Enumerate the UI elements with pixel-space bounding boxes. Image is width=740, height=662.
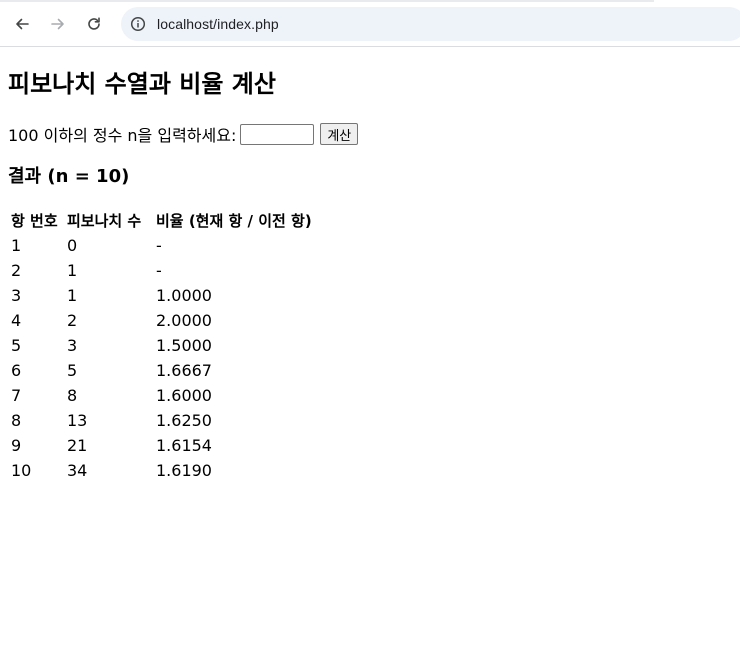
cell-fibonacci: 1 xyxy=(67,261,78,280)
cell-fibonacci: 3 xyxy=(67,336,78,355)
table-row: 5 3 1.5000 xyxy=(10,334,313,357)
page-title: 피보나치 수열과 비율 계산 xyxy=(8,70,276,98)
table-row: 6 5 1.6667 xyxy=(10,359,313,382)
url-text[interactable]: localhost/index.php xyxy=(157,16,279,32)
cell-ratio: 1.6190 xyxy=(156,461,212,480)
cell-ratio: 1.6667 xyxy=(156,361,212,380)
n-input-label: 100 이하의 정수 n을 입력하세요: xyxy=(8,126,237,145)
cell-ratio: 1.6000 xyxy=(156,386,212,405)
cell-ratio: 1.5000 xyxy=(156,336,212,355)
fibonacci-table: 항 번호 피보나치 수 비율 (현재 항 / 이전 항) 1 0 - 2 1 -… xyxy=(8,207,315,484)
table-row: 2 1 - xyxy=(10,259,313,282)
table-row: 8 13 1.6250 xyxy=(10,409,313,432)
cell-fibonacci: 1 xyxy=(67,286,78,305)
reload-icon xyxy=(88,17,100,30)
header-ratio: 비율 (현재 항 / 이전 항) xyxy=(156,212,312,230)
cell-ratio: 1.6154 xyxy=(156,436,212,455)
address-bar[interactable]: localhost/index.php xyxy=(121,7,740,41)
cell-fibonacci: 13 xyxy=(67,411,88,430)
n-input-form: 100 이하의 정수 n을 입력하세요: 계산 xyxy=(8,122,732,146)
arrow-left-icon xyxy=(16,18,29,30)
browser-toolbar: localhost/index.php xyxy=(0,0,740,47)
page-content: 피보나치 수열과 비율 계산 100 이하의 정수 n을 입력하세요: 계산 결… xyxy=(0,68,740,484)
table-row: 10 34 1.6190 xyxy=(10,459,313,482)
cell-fibonacci: 2 xyxy=(67,311,78,330)
header-index: 항 번호 xyxy=(11,212,58,230)
cell-fibonacci: 34 xyxy=(67,461,88,480)
cell-ratio: 2.0000 xyxy=(156,311,212,330)
cell-index: 5 xyxy=(11,336,22,355)
cell-index: 2 xyxy=(11,261,22,280)
n-input-field[interactable] xyxy=(240,123,315,145)
table-row: 9 21 1.6154 xyxy=(10,434,313,457)
cell-index: 9 xyxy=(11,436,22,455)
table-header-row: 항 번호 피보나치 수 비율 (현재 항 / 이전 항) xyxy=(10,209,313,232)
cell-index: 3 xyxy=(11,286,22,305)
cell-ratio: 1.0000 xyxy=(156,286,212,305)
table-row: 3 1 1.0000 xyxy=(10,284,313,307)
cell-ratio: - xyxy=(156,236,162,255)
header-fibonacci: 피보나치 수 xyxy=(67,212,142,230)
cell-fibonacci: 0 xyxy=(67,236,78,255)
cell-index: 7 xyxy=(11,386,22,405)
back-button[interactable] xyxy=(10,12,34,36)
result-heading: 결과 (n = 10) xyxy=(8,166,130,187)
cell-ratio: 1.6250 xyxy=(156,411,212,430)
reload-button[interactable] xyxy=(82,12,106,36)
table-row: 4 2 2.0000 xyxy=(10,309,313,332)
cell-index: 1 xyxy=(11,236,22,255)
forward-button[interactable] xyxy=(46,12,70,36)
table-row: 1 0 - xyxy=(10,234,313,257)
cell-index: 4 xyxy=(11,311,22,330)
cell-index: 8 xyxy=(11,411,22,430)
table-row: 7 8 1.6000 xyxy=(10,384,313,407)
tabstrip-edge xyxy=(0,0,654,2)
calculate-button[interactable]: 계산 xyxy=(320,123,359,145)
cell-fibonacci: 21 xyxy=(67,436,88,455)
cell-fibonacci: 5 xyxy=(67,361,78,380)
cell-index: 6 xyxy=(11,361,22,380)
cell-ratio: - xyxy=(156,261,162,280)
site-info-button[interactable] xyxy=(129,15,147,33)
cell-fibonacci: 8 xyxy=(67,386,78,405)
info-circle-icon xyxy=(130,16,146,32)
cell-index: 10 xyxy=(11,461,32,480)
arrow-right-icon xyxy=(51,18,64,30)
